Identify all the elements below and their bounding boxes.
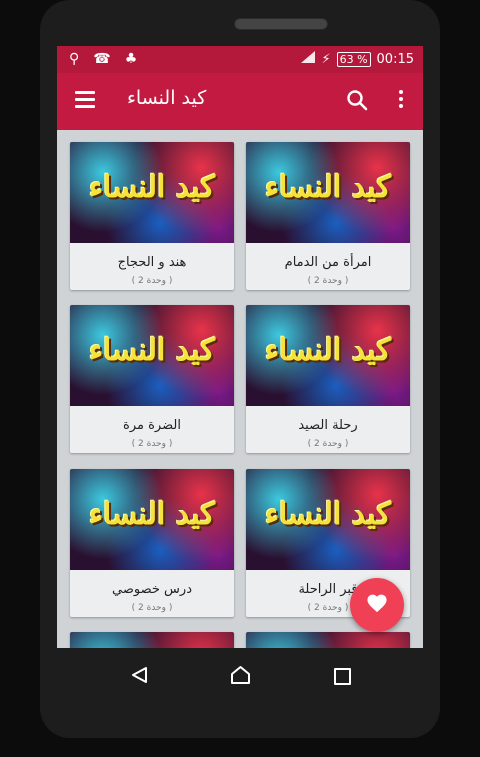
story-card[interactable]: كيد النساء الضرة مرة ( 2 وحدة ) (70, 305, 234, 453)
story-thumbnail: كيد النساء (246, 469, 410, 570)
story-title: الضرة مرة (123, 418, 181, 433)
story-thumbnail (70, 632, 234, 648)
more-options-icon[interactable] (391, 90, 411, 112)
missed-call-icon: ☎ (93, 51, 111, 67)
clock: 00:15 (376, 51, 414, 67)
usb-icon: ⚲ (69, 51, 80, 67)
search-icon[interactable] (346, 89, 370, 113)
story-card-partial[interactable] (70, 632, 234, 648)
navigation-bar (57, 648, 423, 702)
story-count: ( 2 وحدة ) (307, 276, 349, 286)
story-thumbnail: كيد النساء (70, 305, 234, 406)
favorite-button[interactable] (350, 578, 404, 632)
story-card[interactable]: كيد النساء درس خصوصي ( 2 وحدة ) (70, 469, 234, 617)
app-bar: كيد النساء (57, 73, 423, 130)
hamburger-menu-icon[interactable] (75, 91, 95, 108)
story-count: ( 2 وحدة ) (131, 276, 173, 286)
screen: ⚲ ☎ ♣ ⚡ 63 % 00:15 كيد النساء كيد النساء… (57, 46, 423, 648)
story-card[interactable]: كيد النساء هند و الحجاج ( 2 وحدة ) (70, 142, 234, 290)
status-bar: ⚲ ☎ ♣ ⚡ 63 % 00:15 (57, 46, 423, 73)
story-title: درس خصوصي (112, 582, 192, 597)
story-thumbnail (246, 632, 410, 648)
story-card[interactable]: كيد النساء امرأة من الدمام ( 2 وحدة ) (246, 142, 410, 290)
battery-level: 63 % (336, 51, 371, 67)
charging-icon: ⚡ (321, 51, 331, 67)
signal-icon (301, 51, 316, 67)
story-thumbnail: كيد النساء (70, 469, 234, 570)
story-count: ( 2 وحدة ) (307, 439, 349, 449)
home-icon[interactable] (230, 665, 251, 689)
story-thumbnail: كيد النساء (70, 142, 234, 243)
heart-icon (366, 593, 388, 617)
back-icon[interactable] (131, 666, 149, 688)
story-title: هند و الحجاج (117, 255, 187, 270)
app-title: كيد النساء (127, 87, 207, 109)
story-count: ( 2 وحدة ) (131, 439, 173, 449)
story-thumbnail: كيد النساء (246, 142, 410, 243)
story-card-partial[interactable] (246, 632, 410, 648)
android-icon: ♣ (124, 51, 138, 67)
speaker-grille (234, 18, 328, 30)
story-card[interactable]: كيد النساء رحلة الصيد ( 2 وحدة ) (246, 305, 410, 453)
story-thumbnail: كيد النساء (246, 305, 410, 406)
story-title: رحلة الصيد (298, 418, 358, 433)
story-count: ( 2 وحدة ) (131, 603, 173, 613)
recent-apps-icon[interactable] (334, 668, 351, 685)
story-title: امرأة من الدمام (284, 255, 372, 270)
